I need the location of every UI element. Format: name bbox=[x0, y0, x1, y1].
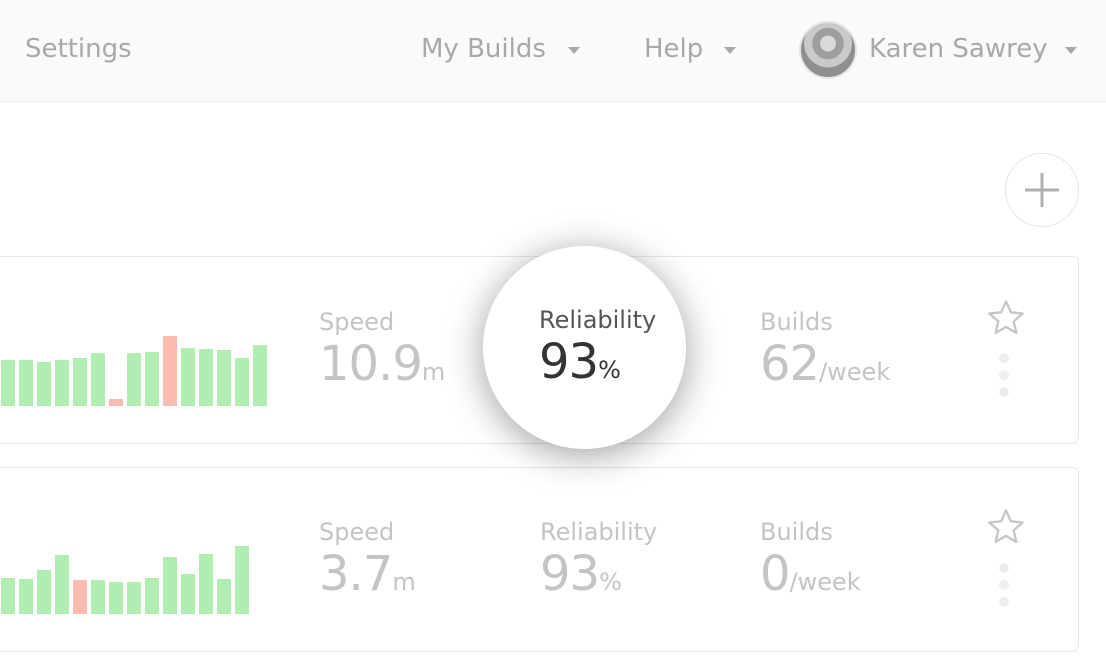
speed-stat: Speed 10.9m bbox=[319, 308, 445, 392]
chevron-down-icon[interactable] bbox=[568, 47, 580, 54]
nav-my-builds-menu[interactable]: My Builds bbox=[421, 34, 546, 64]
more-options-icon[interactable] bbox=[997, 353, 1011, 399]
builds-value: 62 bbox=[760, 336, 820, 392]
passed-build-bar[interactable] bbox=[127, 353, 141, 406]
chevron-down-icon[interactable] bbox=[1065, 47, 1077, 54]
passed-build-bar[interactable] bbox=[145, 352, 159, 406]
passed-build-bar[interactable] bbox=[1, 578, 15, 614]
reliability-spotlight: Reliability 93% bbox=[483, 246, 686, 449]
passed-build-bar[interactable] bbox=[217, 350, 231, 406]
passed-build-bar[interactable] bbox=[91, 353, 105, 406]
speed-unit: m bbox=[421, 358, 446, 386]
passed-build-bar[interactable] bbox=[145, 578, 159, 614]
reliability-label: Reliability bbox=[539, 306, 657, 334]
nav-user-menu[interactable]: Karen Sawrey bbox=[869, 34, 1048, 64]
speed-label: Speed bbox=[319, 518, 395, 546]
reliability-value: 93 bbox=[540, 546, 600, 602]
passed-build-bar[interactable] bbox=[199, 554, 213, 614]
top-nav-bar: Settings My Builds Help Karen Sawrey bbox=[0, 0, 1106, 102]
passed-build-bar[interactable] bbox=[235, 546, 249, 614]
builds-label: Builds bbox=[760, 518, 833, 546]
builds-value: 0 bbox=[760, 546, 791, 602]
reliability-stat: Reliability 93% bbox=[540, 518, 657, 602]
builds-stat: Builds 62/week bbox=[760, 308, 890, 392]
builds-unit: /week bbox=[819, 358, 891, 386]
build-history-chart bbox=[1, 546, 249, 614]
more-options-icon[interactable] bbox=[997, 563, 1011, 609]
reliability-unit: % bbox=[599, 568, 622, 596]
nav-help-menu[interactable]: Help bbox=[644, 34, 703, 64]
passed-build-bar[interactable] bbox=[217, 579, 231, 614]
passed-build-bar[interactable] bbox=[19, 360, 33, 406]
speed-value: 3.7 bbox=[319, 546, 393, 602]
failed-build-bar[interactable] bbox=[73, 580, 87, 614]
passed-build-bar[interactable] bbox=[73, 358, 87, 406]
builds-stat: Builds 0/week bbox=[760, 518, 861, 602]
passed-build-bar[interactable] bbox=[235, 358, 249, 406]
reliability-stat: Reliability 93% bbox=[539, 306, 656, 390]
passed-build-bar[interactable] bbox=[109, 582, 123, 614]
passed-build-bar[interactable] bbox=[253, 345, 267, 406]
reliability-label: Reliability bbox=[540, 518, 658, 546]
passed-build-bar[interactable] bbox=[1, 360, 15, 406]
passed-build-bar[interactable] bbox=[55, 360, 69, 406]
build-history-chart bbox=[1, 336, 267, 406]
add-build-button[interactable] bbox=[1005, 153, 1079, 227]
passed-build-bar[interactable] bbox=[91, 580, 105, 614]
passed-build-bar[interactable] bbox=[37, 570, 51, 614]
speed-value: 10.9 bbox=[319, 336, 423, 392]
reliability-unit: % bbox=[598, 356, 621, 384]
passed-build-bar[interactable] bbox=[55, 555, 69, 614]
star-icon[interactable] bbox=[986, 507, 1026, 547]
passed-build-bar[interactable] bbox=[37, 362, 51, 406]
avatar[interactable] bbox=[799, 21, 857, 79]
speed-label: Speed bbox=[319, 308, 395, 336]
speed-unit: m bbox=[392, 568, 416, 596]
failed-build-bar[interactable] bbox=[109, 399, 123, 406]
failed-build-bar[interactable] bbox=[163, 336, 177, 406]
builds-unit: /week bbox=[789, 568, 861, 596]
nav-settings-link[interactable]: Settings bbox=[25, 34, 132, 64]
chevron-down-icon[interactable] bbox=[724, 47, 736, 54]
passed-build-bar[interactable] bbox=[127, 582, 141, 614]
builds-label: Builds bbox=[760, 308, 833, 336]
passed-build-bar[interactable] bbox=[19, 579, 33, 614]
star-icon[interactable] bbox=[986, 298, 1026, 338]
passed-build-bar[interactable] bbox=[181, 574, 195, 614]
passed-build-bar[interactable] bbox=[199, 349, 213, 406]
speed-stat: Speed 3.7m bbox=[319, 518, 416, 602]
passed-build-bar[interactable] bbox=[163, 557, 177, 614]
build-card[interactable]: Speed 3.7m Reliability 93% Builds 0/week bbox=[0, 467, 1079, 652]
passed-build-bar[interactable] bbox=[181, 348, 195, 406]
reliability-value: 93 bbox=[539, 334, 599, 390]
